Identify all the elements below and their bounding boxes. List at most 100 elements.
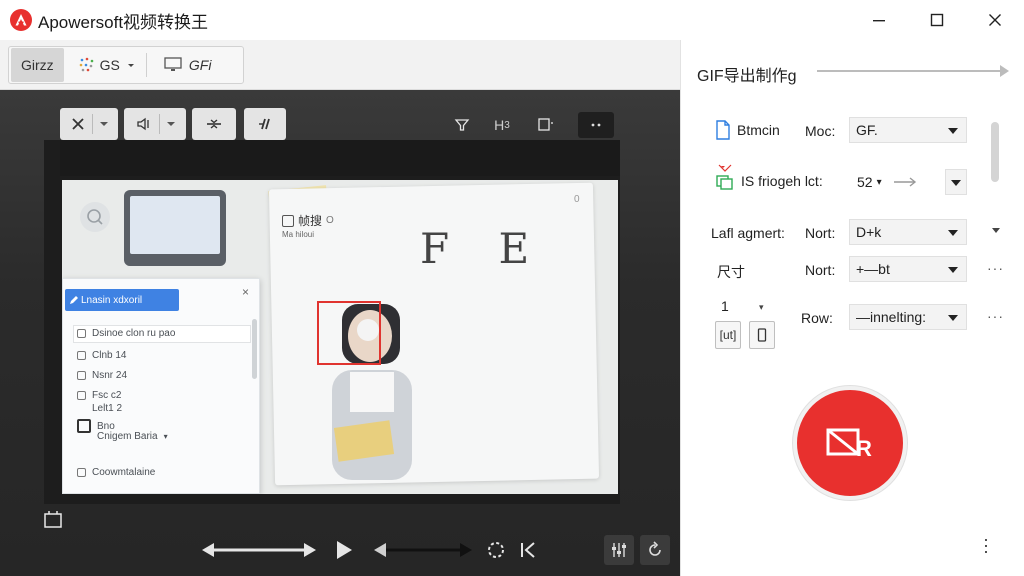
- row-sub-label: Row:: [801, 310, 833, 326]
- tab-girzz[interactable]: Girzz: [11, 48, 64, 82]
- fps-value: 52 ▾: [857, 174, 918, 190]
- tab-label: Girzz: [21, 57, 54, 73]
- dialog-scrollbar[interactable]: [252, 319, 257, 379]
- play-icon: [337, 541, 352, 559]
- size-sub-label: Nort:: [805, 262, 836, 278]
- split-icon: [207, 119, 221, 129]
- fps-dropdown-button[interactable]: [945, 169, 967, 195]
- file-icon: [716, 120, 730, 140]
- chevron-down-icon: [127, 64, 134, 67]
- format-sub-label: Moc:: [805, 123, 836, 139]
- size-more-icon[interactable]: ···: [987, 260, 1004, 276]
- title-bar: Apowersoft视频转换王: [0, 0, 1024, 40]
- minimize-button[interactable]: [850, 0, 908, 40]
- face-label: 帧搜 O: [282, 212, 334, 229]
- close-button[interactable]: [966, 0, 1024, 40]
- face-detection-box[interactable]: [317, 301, 381, 365]
- list-item[interactable]: Dsinoe clon ru pao: [77, 328, 175, 339]
- unit-box[interactable]: [ut]: [715, 321, 741, 349]
- crop-text-icon[interactable]: H3: [490, 114, 514, 136]
- tab-group: Girzz GS GFi: [8, 46, 244, 84]
- chevron-down-icon: [166, 122, 175, 126]
- copy-frames-icon: [716, 164, 733, 190]
- monitor-icon: [164, 57, 182, 71]
- audio-split-icon: [136, 117, 149, 131]
- list-item[interactable]: Lelt1 2: [92, 403, 122, 414]
- filter-icon[interactable]: [450, 114, 474, 136]
- window-controls: [850, 0, 1024, 40]
- scroll-indicator: 0: [574, 194, 580, 205]
- panel-menu-icon[interactable]: · · ·: [983, 530, 989, 560]
- export-panel: GIF导出制作g Btmcin Moc: GF. IS friogeh lct:…: [680, 40, 1024, 576]
- list-dialog: Lnasin xdxoril × Dsinoe clon ru pao Clnb…: [62, 278, 260, 494]
- list-item[interactable]: Coowmtalaine: [77, 467, 155, 478]
- settings-scrollbar[interactable]: [987, 116, 1003, 244]
- list-item[interactable]: Clnb 14: [77, 350, 126, 361]
- app-logo-icon: [10, 9, 32, 31]
- rotate-icon: [649, 541, 661, 556]
- close-overlay-button[interactable]: [60, 108, 118, 140]
- portrait-toggle[interactable]: [749, 321, 775, 349]
- dots-grid-icon: [79, 57, 93, 72]
- minimize-icon: [873, 20, 885, 22]
- laptop-image: [124, 190, 226, 266]
- format-label: Btmcin: [715, 120, 780, 140]
- alignment-sub-label: Nort:: [805, 225, 836, 241]
- panel-arrow-icon: [817, 65, 1009, 77]
- row-select[interactable]: —innelting:: [849, 304, 967, 330]
- tab-gs[interactable]: GS: [68, 48, 146, 82]
- record-icon: R: [826, 428, 872, 460]
- seek-range-handle[interactable]: [372, 538, 474, 562]
- checkbox-icon: [282, 214, 294, 227]
- device-icon[interactable]: [534, 114, 558, 136]
- trim-range-handle[interactable]: [200, 538, 318, 562]
- window-title: Apowersoft视频转换王: [38, 12, 209, 32]
- arrow-right-icon: [893, 177, 916, 187]
- close-icon: [989, 14, 1001, 26]
- dialog-action-button[interactable]: Lnasin xdxoril: [65, 289, 179, 311]
- alignment-label: Lafl agmert:: [711, 225, 785, 241]
- search-icon: [80, 202, 110, 232]
- maximize-icon: [930, 13, 944, 27]
- more-dots-icon: [591, 123, 601, 127]
- window-frame-icon[interactable]: [42, 508, 64, 530]
- video-preview[interactable]: 帧搜 O Ma hiloui F E 0 Lnasin xdxoril × Ds…: [62, 180, 618, 494]
- face-sub-label: Ma hiloui: [282, 230, 315, 239]
- maximize-button[interactable]: [908, 0, 966, 40]
- pencil-icon: [70, 296, 78, 304]
- tab-gfi[interactable]: GFi: [153, 48, 222, 82]
- size-select[interactable]: +—bt: [849, 256, 967, 282]
- rotate-button[interactable]: [640, 535, 670, 565]
- audio-overlay-button[interactable]: [124, 108, 186, 140]
- list-item[interactable]: Fsc c2: [77, 390, 121, 401]
- chevron-down-icon: [99, 122, 108, 126]
- fps-label: IS friogeh lct:: [715, 164, 823, 191]
- row-count-label: 1: [721, 298, 729, 314]
- step-frame-icon[interactable]: [516, 538, 540, 562]
- more-options-button[interactable]: [578, 112, 614, 138]
- canvas-top-bar: [60, 140, 620, 176]
- tab-label: GFi: [188, 57, 212, 73]
- tab-divider: [145, 53, 147, 77]
- alignment-select[interactable]: D+k: [849, 219, 967, 245]
- close-icon: [71, 118, 84, 130]
- split-overlay-button[interactable]: [192, 108, 236, 140]
- row-count-caret-icon[interactable]: ▾: [759, 302, 764, 313]
- dialog-close-icon[interactable]: ×: [242, 285, 249, 299]
- row-more-icon[interactable]: ···: [987, 308, 1004, 324]
- record-button[interactable]: R: [793, 386, 907, 500]
- sliders-icon: [612, 543, 626, 557]
- phone-icon: [757, 328, 767, 342]
- speed-overlay-button[interactable]: [244, 108, 286, 140]
- list-item[interactable]: Nsnr 24: [77, 370, 127, 381]
- format-select[interactable]: GF.: [849, 117, 967, 143]
- play-button[interactable]: [332, 538, 356, 562]
- adjust-button[interactable]: [604, 535, 634, 565]
- tab-label: GS: [99, 57, 120, 73]
- loading-icon[interactable]: [484, 538, 508, 562]
- drawn-letters: F E: [420, 224, 548, 273]
- list-item[interactable]: Cnigem Baria ▾: [97, 431, 168, 442]
- tab-strip: Girzz GS GFi: [0, 40, 680, 90]
- panel-title: GIF导出制作g: [697, 68, 797, 85]
- svg-text:R: R: [856, 436, 872, 460]
